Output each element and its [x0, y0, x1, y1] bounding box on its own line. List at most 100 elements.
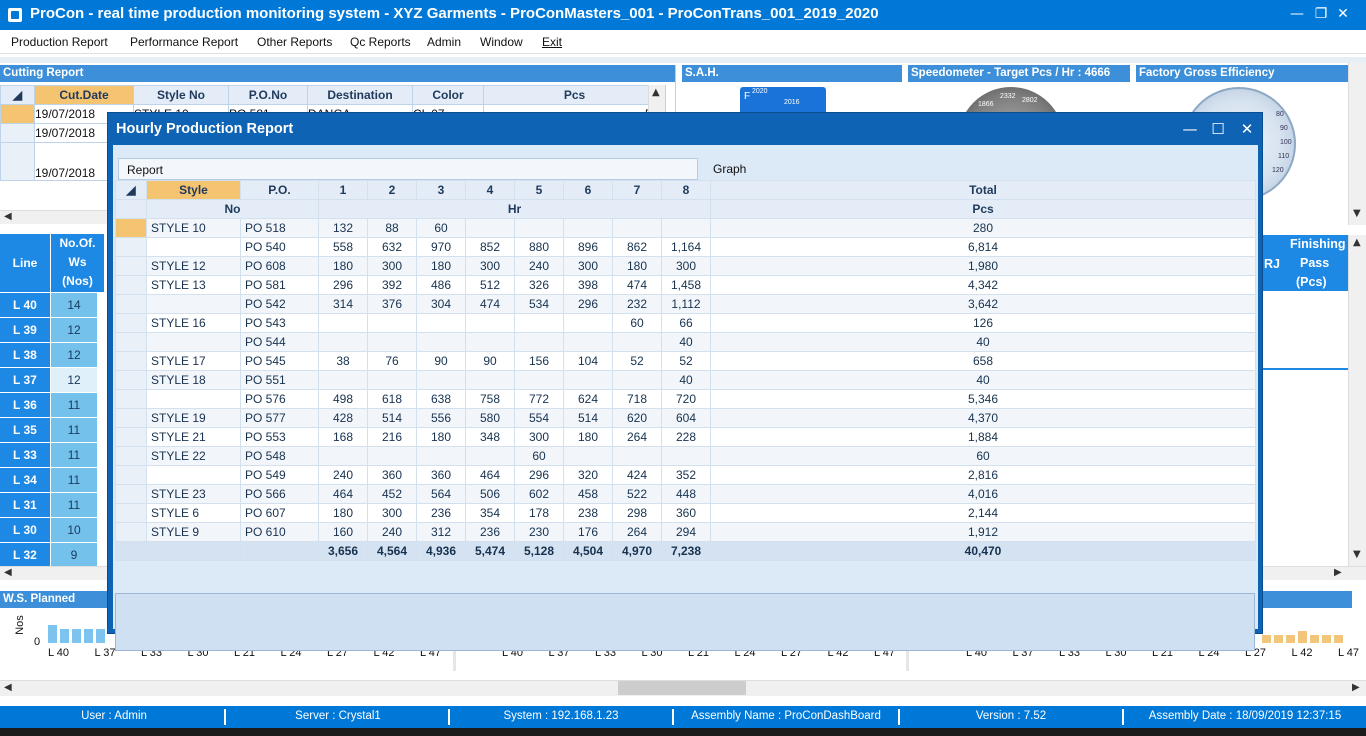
line-row[interactable]: L 39 12 [0, 318, 104, 343]
row-header[interactable] [0, 104, 35, 124]
close-button[interactable]: ✕ [1320, 0, 1366, 30]
menu-other-reports[interactable]: Other Reports [257, 35, 332, 49]
col-hr-4[interactable]: 4 [465, 180, 515, 200]
dialog-maximize-button[interactable]: ☐ [1203, 117, 1233, 141]
bottom-hscroll[interactable]: ◀ ▶ [0, 680, 1366, 696]
menu-exit[interactable]: Exit [542, 35, 562, 49]
col-hr-6[interactable]: 6 [563, 180, 613, 200]
cell-hour: 52 [612, 351, 662, 371]
col-pcs[interactable]: Pcs [483, 85, 666, 105]
menu-production-report[interactable]: Production Report [11, 35, 108, 49]
cell-hour: 88 [367, 218, 417, 238]
col-destination[interactable]: Destination [307, 85, 413, 105]
speedometer-tick-3: 2802 [1022, 97, 1038, 104]
line-row[interactable]: L 33 11 [0, 443, 104, 468]
col-hr-3[interactable]: 3 [416, 180, 466, 200]
line-row[interactable]: L 34 11 [0, 468, 104, 493]
line-row[interactable]: L 35 11 [0, 418, 104, 443]
cell-total: 2,816 [710, 465, 1256, 485]
table-row[interactable]: STYLE 23 PO 566 464 452 564 506 602 458 522 448 4,… [115, 484, 1256, 504]
col-hr-5[interactable]: 5 [514, 180, 564, 200]
table-row[interactable]: PO 540 558 632 970 852 880 896 862 1,164 6,814 [115, 237, 1256, 257]
row-header[interactable] [115, 484, 147, 504]
menu-performance-report[interactable]: Performance Report [130, 35, 238, 49]
col-hr-7[interactable]: 7 [612, 180, 662, 200]
col-po[interactable]: P.O. [240, 180, 319, 200]
row-header[interactable] [115, 256, 147, 276]
title-bar: ProCon - real time production monitoring… [0, 0, 1366, 30]
col-color[interactable]: Color [412, 85, 484, 105]
row-header[interactable] [115, 522, 147, 542]
row-header[interactable] [115, 408, 147, 428]
col-hr-2[interactable]: 2 [367, 180, 417, 200]
panel-gap [0, 57, 1366, 63]
menu-admin[interactable]: Admin [427, 35, 461, 49]
table-row[interactable]: STYLE 21 PO 553 168 216 180 348 300 180 264 228 1,… [115, 427, 1256, 447]
table-row[interactable]: PO 542 314 376 304 474 534 296 232 1,112 3,642 [115, 294, 1256, 314]
col-hr-8[interactable]: 8 [661, 180, 711, 200]
row-header[interactable] [115, 503, 147, 523]
row-header[interactable] [115, 313, 147, 333]
table-row[interactable]: STYLE 6 PO 607 180 300 236 354 178 238 298 360 2,1… [115, 503, 1256, 523]
table-row[interactable]: PO 544 40 40 [115, 332, 1256, 352]
line-row[interactable]: L 40 14 [0, 293, 104, 318]
menu-window[interactable]: Window [480, 35, 523, 49]
line-row[interactable]: L 30 10 [0, 518, 104, 543]
row-header[interactable] [115, 218, 147, 238]
tab-graph[interactable]: Graph [713, 162, 746, 176]
row-header[interactable] [115, 275, 147, 295]
row-header[interactable] [0, 123, 35, 143]
line-name: L 36 [0, 393, 50, 417]
line-row[interactable]: L 37 12 [0, 368, 104, 393]
row-header[interactable] [115, 465, 147, 485]
col-style-no[interactable]: Style No [133, 85, 229, 105]
line-row[interactable]: L 36 11 [0, 393, 104, 418]
menu-qc-reports[interactable]: Qc Reports [350, 35, 411, 49]
dialog-close-button[interactable]: ✕ [1232, 117, 1262, 141]
row-header[interactable] [115, 351, 147, 371]
line-row[interactable]: L 38 12 [0, 343, 104, 368]
cell-hour [318, 313, 368, 333]
table-row[interactable]: STYLE 17 PO 545 38 76 90 90 156 104 52 52 658 [115, 351, 1256, 371]
row-header[interactable] [115, 294, 147, 314]
table-row[interactable]: STYLE 19 PO 577 428 514 556 580 554 514 620 604 4,… [115, 408, 1256, 428]
line-row[interactable]: L 32 9 [0, 543, 104, 568]
col-hr-1[interactable]: 1 [318, 180, 368, 200]
line-row[interactable]: L 31 11 [0, 493, 104, 518]
cell-hour: 758 [465, 389, 515, 409]
table-row[interactable]: STYLE 13 PO 581 296 392 486 512 326 398 474 1,458… [115, 275, 1256, 295]
bottom-hscroll-thumb[interactable] [618, 681, 746, 695]
row-header[interactable] [115, 389, 147, 409]
table-row[interactable]: STYLE 16 PO 543 60 66 126 [115, 313, 1256, 333]
row-header[interactable] [0, 142, 35, 181]
cell-hour: 326 [514, 275, 564, 295]
col-style[interactable]: Style [146, 180, 241, 200]
row-header[interactable] [115, 427, 147, 447]
cell-hour: 298 [612, 503, 662, 523]
col-no-of-ws[interactable]: No.Of. Ws (Nos) [51, 234, 104, 292]
finishing-vscroll[interactable]: ▲ ▼ [1348, 235, 1366, 566]
table-row[interactable]: STYLE 22 PO 548 60 60 [115, 446, 1256, 466]
table-row[interactable]: PO 576 498 618 638 758 772 624 718 720 5,346 [115, 389, 1256, 409]
col-line[interactable]: Line [0, 234, 50, 292]
row-header[interactable] [115, 237, 147, 257]
ws-count: 14 [51, 293, 97, 317]
row-header[interactable] [115, 446, 147, 466]
row-header[interactable] [115, 370, 147, 390]
cell-hour: 180 [318, 256, 368, 276]
hour-total: 4,936 [416, 541, 466, 561]
table-row[interactable]: STYLE 9 PO 610 160 240 312 236 230 176 264 294 1,9… [115, 522, 1256, 542]
table-row[interactable]: STYLE 12 PO 608 180 300 180 300 240 300 180 300 1,… [115, 256, 1256, 276]
cell-hour: 376 [367, 294, 417, 314]
tab-report[interactable]: Report [118, 158, 698, 180]
col-po-no[interactable]: P.O.No [228, 85, 308, 105]
top-panels-vscroll[interactable]: ▼ [1348, 63, 1366, 225]
table-row[interactable]: STYLE 18 PO 551 40 40 [115, 370, 1256, 390]
col-total[interactable]: Total [710, 180, 1256, 200]
table-row[interactable]: STYLE 10 PO 518 132 88 60 280 [115, 218, 1256, 238]
col-cut-date[interactable]: Cut.Date [34, 85, 134, 105]
cell-style: STYLE 18 [146, 370, 241, 390]
row-header[interactable] [115, 332, 147, 352]
dialog-minimize-button[interactable]: — [1175, 117, 1205, 141]
table-row[interactable]: PO 549 240 360 360 464 296 320 424 352 2,816 [115, 465, 1256, 485]
